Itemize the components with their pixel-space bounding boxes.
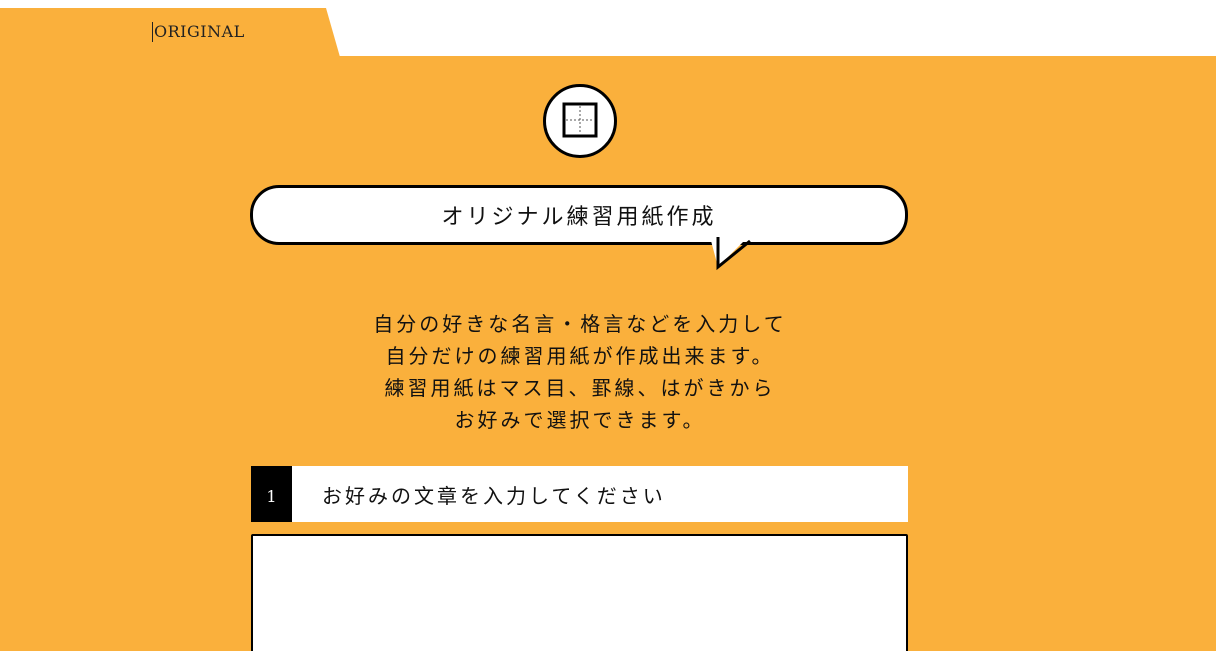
page: ORIGINAL オリジナル練習用紙作成 自分の好きな名言・格言などを入力して … xyxy=(0,0,1216,651)
step-1-header: 1 お好みの文章を入力してください xyxy=(251,466,908,522)
step-1-title: お好みの文章を入力してください xyxy=(322,483,666,508)
step-number-badge: 1 xyxy=(251,466,292,522)
original-tab-label[interactable]: ORIGINAL xyxy=(152,22,245,42)
grid-square-icon-graphic xyxy=(562,102,598,138)
speech-bubble-tail xyxy=(710,237,751,271)
grid-square-icon xyxy=(543,84,617,158)
intro-line: 自分だけの練習用紙が作成出来ます。 xyxy=(385,344,775,368)
intro-text: 自分の好きな名言・格言などを入力して 自分だけの練習用紙が作成出来ます。 練習用… xyxy=(250,308,910,436)
page-title: オリジナル練習用紙作成 xyxy=(250,185,908,245)
intro-line: 練習用紙はマス目、罫線、はがきから xyxy=(384,376,776,400)
intro-line: 自分の好きな名言・格言などを入力して xyxy=(373,312,787,336)
sentence-input[interactable] xyxy=(251,534,908,651)
title-speech-bubble: オリジナル練習用紙作成 xyxy=(250,185,910,275)
intro-line: お好みで選択できます。 xyxy=(454,408,706,432)
